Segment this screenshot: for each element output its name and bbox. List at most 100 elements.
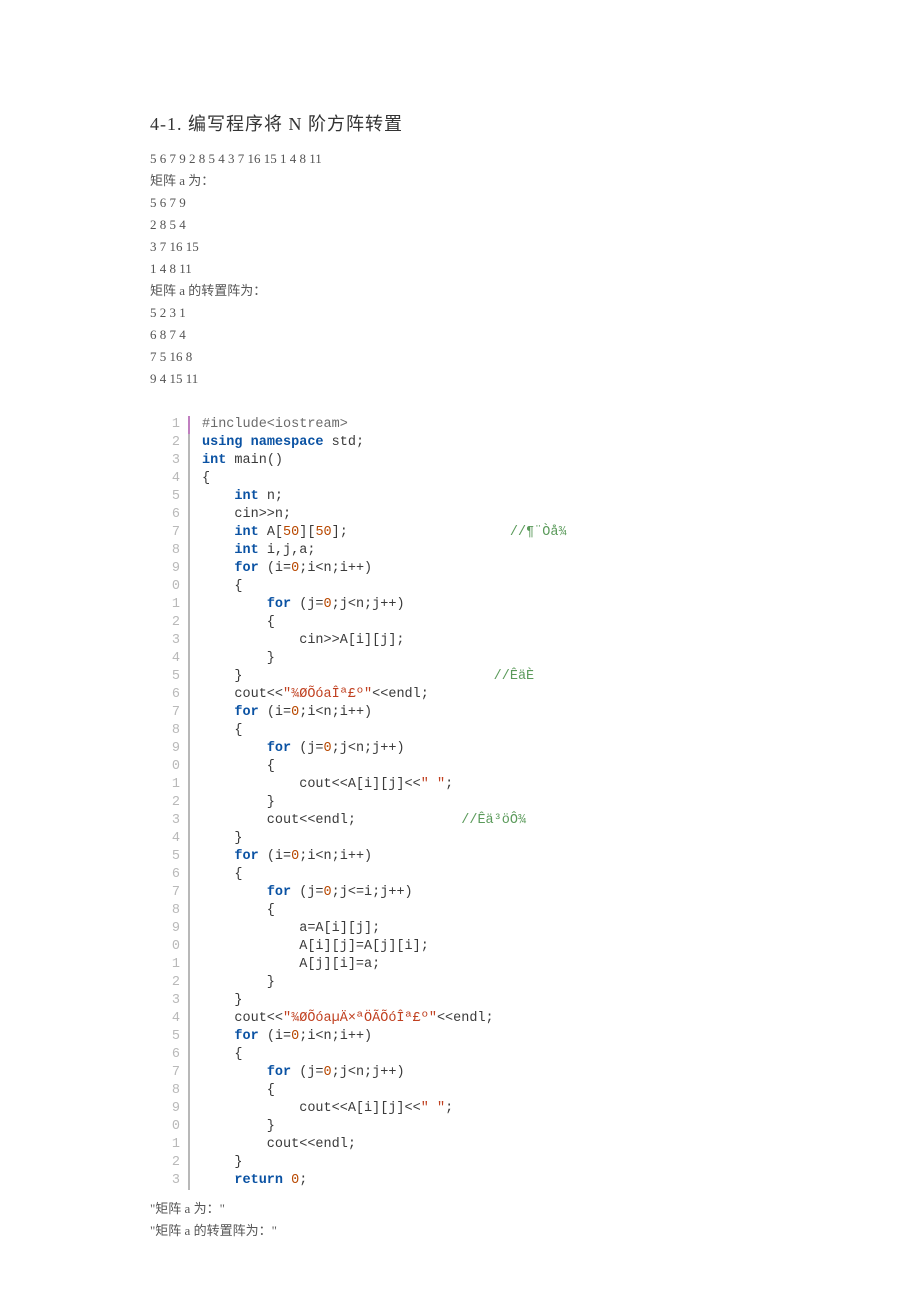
code-row: 0 A[i][j]=A[j][i];: [150, 938, 770, 956]
code-text: {: [202, 578, 243, 596]
code-text: int n;: [202, 488, 283, 506]
code-text: int main(): [202, 452, 283, 470]
intro-line: 6 8 7 4: [150, 324, 770, 346]
code-row: 7 int A[50][50]; //¶¨Òå¾: [150, 524, 770, 542]
line-number: 5: [150, 1028, 188, 1046]
gutter-bar: [188, 1172, 190, 1190]
gutter-bar: [188, 470, 190, 488]
code-row: 2 }: [150, 1154, 770, 1172]
code-row: 9 for (j=0;j<n;j++): [150, 740, 770, 758]
line-number: 0: [150, 758, 188, 776]
line-number: 2: [150, 974, 188, 992]
gutter-bar: [188, 812, 190, 830]
code-row: 8 {: [150, 722, 770, 740]
code-text: {: [202, 866, 243, 884]
code-row: 3int main(): [150, 452, 770, 470]
gutter-bar: [188, 524, 190, 542]
code-row: 1 cout<<A[i][j]<<" ";: [150, 776, 770, 794]
intro-line: 5 6 7 9 2 8 5 4 3 7 16 15 1 4 8 11: [150, 148, 770, 170]
gutter-bar: [188, 884, 190, 902]
code-text: cout<<A[i][j]<<" ";: [202, 776, 453, 794]
code-row: 7 for (j=0;j<n;j++): [150, 1064, 770, 1082]
code-text: A[j][i]=a;: [202, 956, 380, 974]
code-text: for (j=0;j<n;j++): [202, 596, 405, 614]
code-text: }: [202, 830, 243, 848]
code-row: 4 cout<<"¾ØÕóaµÄ×ªÖÃÕóÎª£º"<<endl;: [150, 1010, 770, 1028]
line-number: 1: [150, 776, 188, 794]
gutter-bar: [188, 416, 190, 434]
line-number: 4: [150, 830, 188, 848]
line-number: 6: [150, 686, 188, 704]
code-row: 6 cin>>n;: [150, 506, 770, 524]
line-number: 6: [150, 506, 188, 524]
gutter-bar: [188, 434, 190, 452]
code-row: 1 for (j=0;j<n;j++): [150, 596, 770, 614]
code-row: 0 {: [150, 578, 770, 596]
code-row: 3 return 0;: [150, 1172, 770, 1190]
code-text: for (j=0;j<=i;j++): [202, 884, 413, 902]
code-text: {: [202, 722, 243, 740]
line-number: 8: [150, 1082, 188, 1100]
code-row: 0 }: [150, 1118, 770, 1136]
line-number: 1: [150, 416, 188, 434]
code-text: using namespace std;: [202, 434, 364, 452]
line-number: 1: [150, 596, 188, 614]
code-row: 9 for (i=0;i<n;i++): [150, 560, 770, 578]
code-text: A[i][j]=A[j][i];: [202, 938, 429, 956]
code-row: 9 cout<<A[i][j]<<" ";: [150, 1100, 770, 1118]
code-row: 3 cout<<endl; //Êä³öÔ­¾: [150, 812, 770, 830]
code-row: 1#include<iostream>: [150, 416, 770, 434]
gutter-bar: [188, 974, 190, 992]
code-text: cout<<"¾ØÕóaµÄ×ªÖÃÕóÎª£º"<<endl;: [202, 1010, 494, 1028]
code-text: {: [202, 1082, 275, 1100]
code-row: 4{: [150, 470, 770, 488]
gutter-bar: [188, 596, 190, 614]
code-text: } //ÊäÈ: [202, 668, 534, 686]
code-row: 5 int n;: [150, 488, 770, 506]
line-number: 7: [150, 1064, 188, 1082]
code-text: cout<<endl; //Êä³öÔ­¾: [202, 812, 526, 830]
intro-line: 7 5 16 8: [150, 346, 770, 368]
code-row: 2 }: [150, 974, 770, 992]
gutter-bar: [188, 614, 190, 632]
line-number: 3: [150, 992, 188, 1010]
code-row: 7 for (i=0;i<n;i++): [150, 704, 770, 722]
line-number: 2: [150, 614, 188, 632]
gutter-bar: [188, 722, 190, 740]
line-number: 9: [150, 920, 188, 938]
gutter-bar: [188, 1154, 190, 1172]
code-row: 6 {: [150, 1046, 770, 1064]
code-row: 8 {: [150, 902, 770, 920]
code-row: 3 }: [150, 992, 770, 1010]
code-text: }: [202, 974, 275, 992]
code-row: 3 cin>>A[i][j];: [150, 632, 770, 650]
code-text: }: [202, 650, 275, 668]
line-number: 5: [150, 848, 188, 866]
code-row: 1 A[j][i]=a;: [150, 956, 770, 974]
code-text: return 0;: [202, 1172, 307, 1190]
gutter-bar: [188, 758, 190, 776]
line-number: 1: [150, 1136, 188, 1154]
code-text: a=A[i][j];: [202, 920, 380, 938]
code-text: int i,j,a;: [202, 542, 315, 560]
line-number: 9: [150, 560, 188, 578]
line-number: 5: [150, 488, 188, 506]
gutter-bar: [188, 1100, 190, 1118]
gutter-bar: [188, 920, 190, 938]
code-row: 6 {: [150, 866, 770, 884]
code-row: 6 cout<<"¾ØÕóaÎª£º"<<endl;: [150, 686, 770, 704]
gutter-bar: [188, 776, 190, 794]
line-number: 0: [150, 1118, 188, 1136]
line-number: 3: [150, 1172, 188, 1190]
line-number: 8: [150, 902, 188, 920]
line-number: 5: [150, 668, 188, 686]
line-number: 4: [150, 650, 188, 668]
line-number: 2: [150, 434, 188, 452]
code-row: 2 {: [150, 614, 770, 632]
code-text: for (j=0;j<n;j++): [202, 1064, 405, 1082]
footer-line: "矩阵 a 为：": [150, 1198, 770, 1220]
intro-line: 5 6 7 9: [150, 192, 770, 214]
footer-line: "矩阵 a 的转置阵为：": [150, 1220, 770, 1242]
line-number: 2: [150, 794, 188, 812]
line-number: 9: [150, 1100, 188, 1118]
